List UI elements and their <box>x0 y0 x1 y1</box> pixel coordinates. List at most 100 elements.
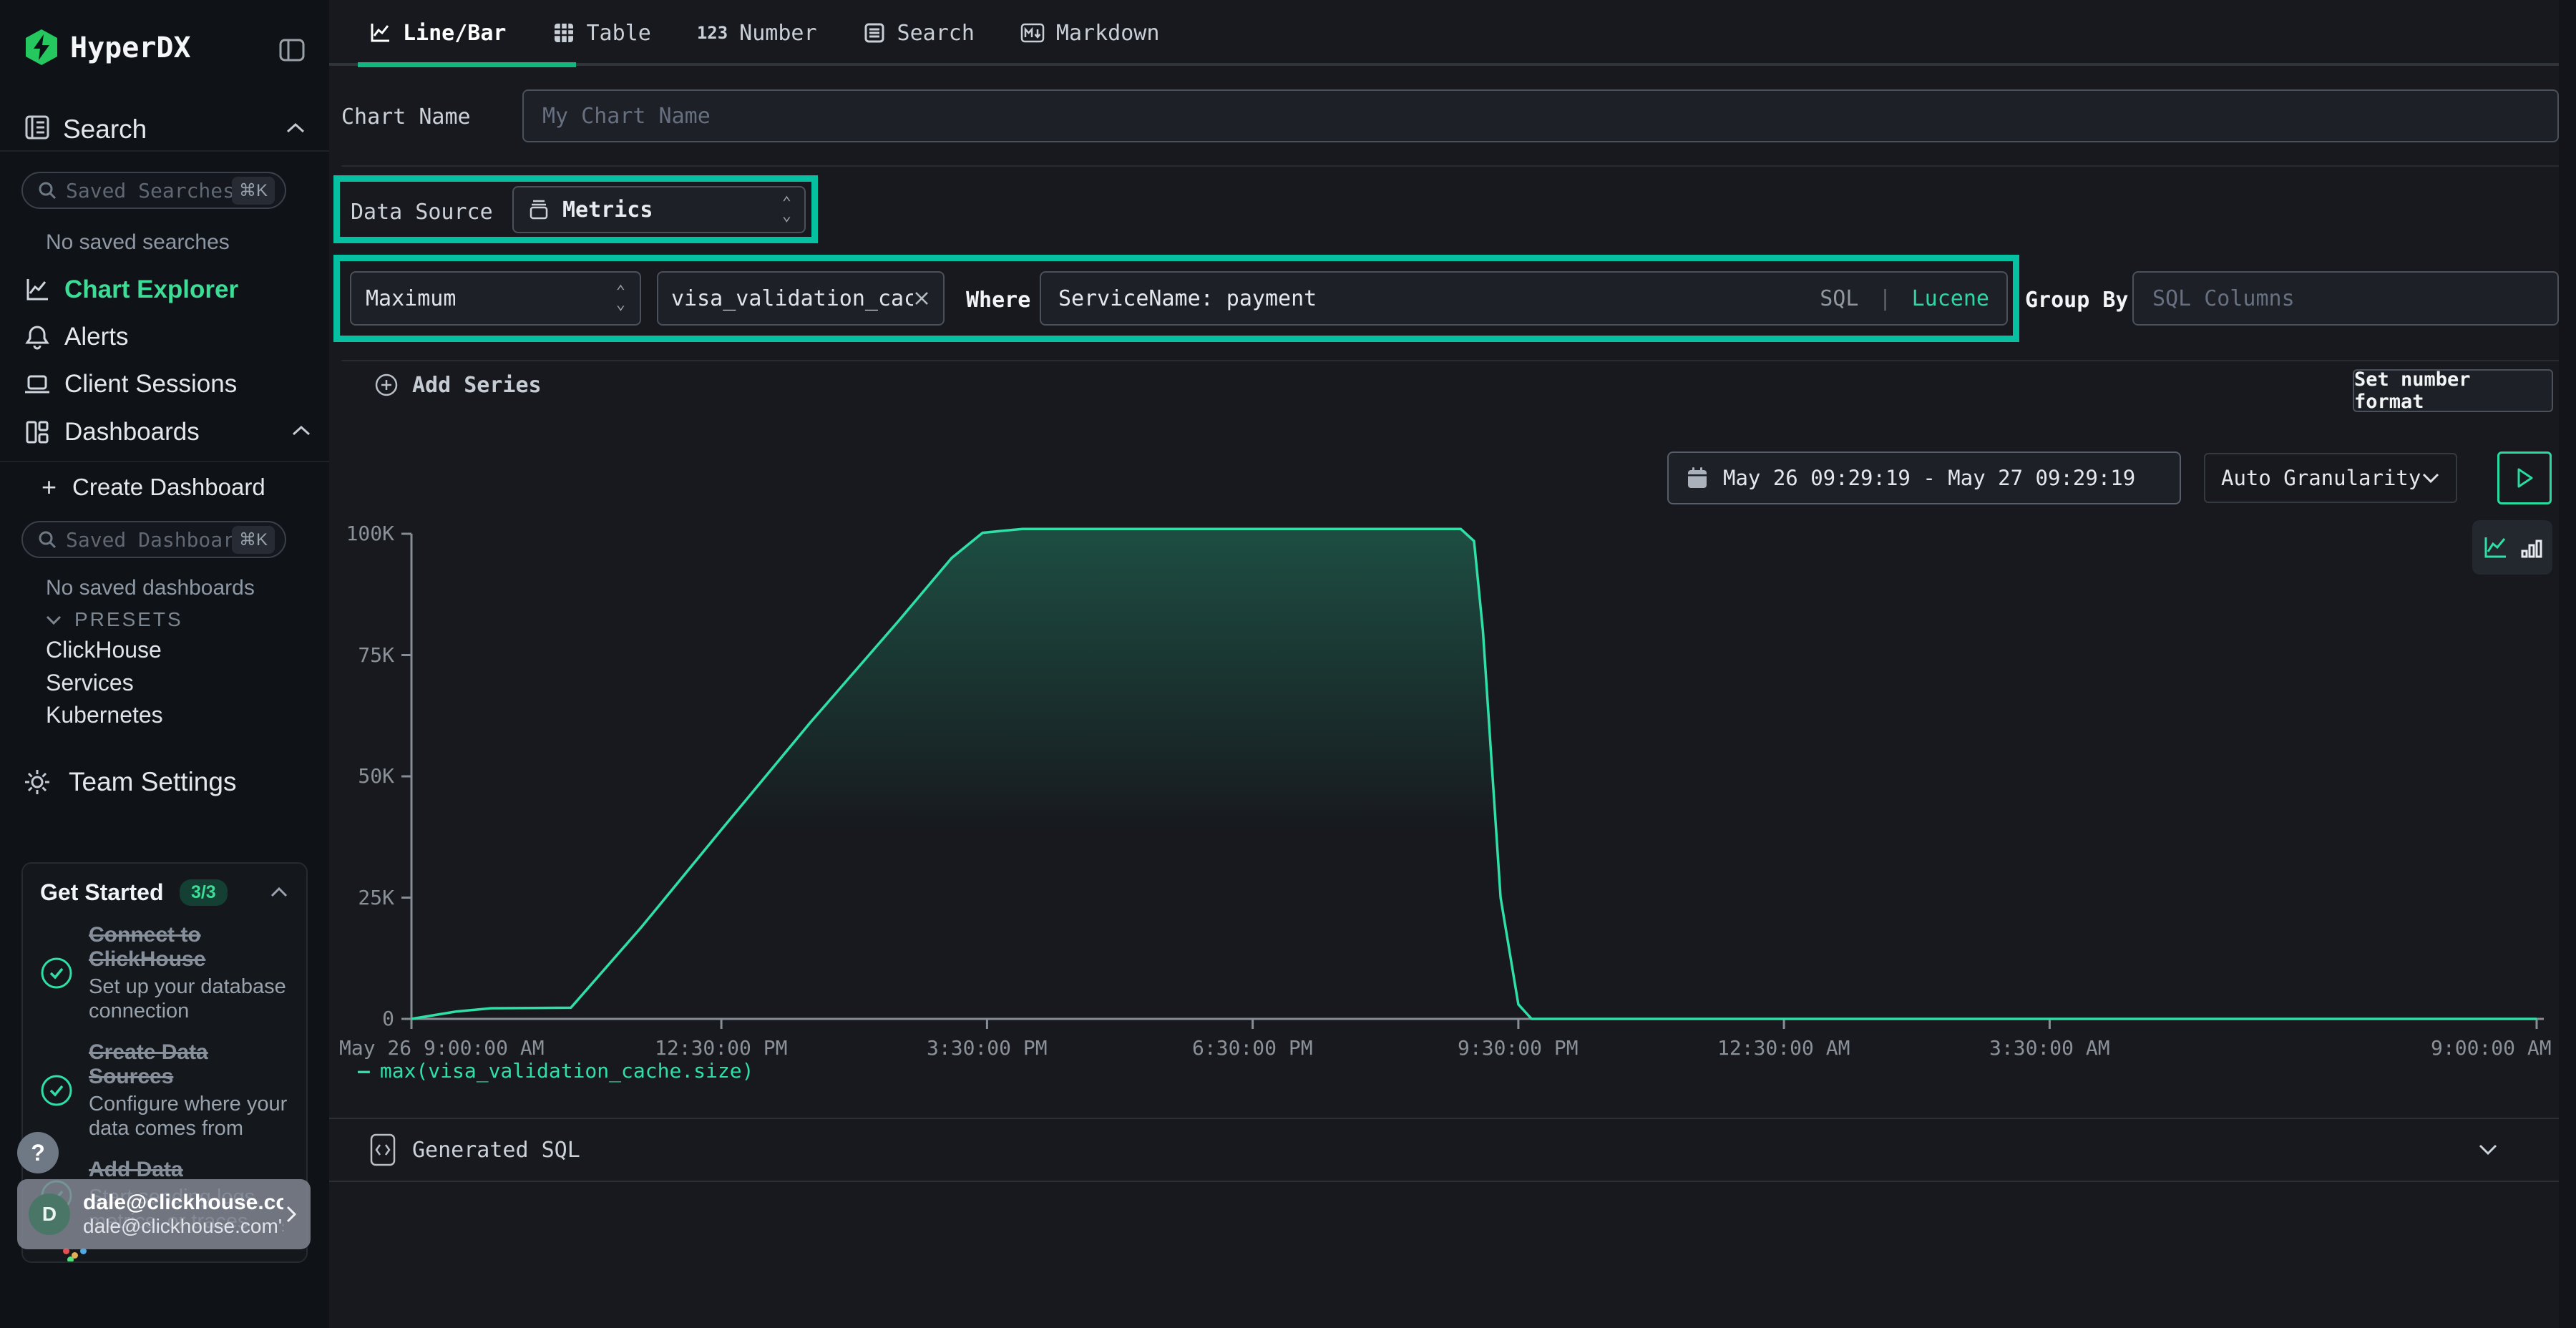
add-series-button[interactable]: Add Series <box>374 372 542 398</box>
collapse-sidebar-icon[interactable] <box>278 36 306 64</box>
get-started-item[interactable]: Create Data Sources Configure where your… <box>40 1040 289 1141</box>
saved-dashboards-input[interactable]: ⌘K <box>21 521 286 558</box>
lucene-mode-toggle[interactable]: Lucene <box>1912 286 1989 311</box>
number-123-icon: 123 <box>697 23 728 43</box>
play-icon <box>2514 467 2535 489</box>
team-settings-item[interactable]: Team Settings <box>23 767 236 797</box>
tab-search[interactable]: Search <box>863 21 975 46</box>
data-source-select[interactable]: Metrics ⌃⌄ <box>512 186 806 233</box>
saved-searches-shortcut: ⌘K <box>232 177 275 205</box>
get-started-item-title: Connect to ClickHouse <box>89 923 289 972</box>
x-axis-tick-label: 6:30:00 PM <box>1192 1036 1313 1060</box>
chart-name-field[interactable] <box>524 104 2557 129</box>
sidebar-item-label: Client Sessions <box>64 370 237 399</box>
where-label: Where <box>966 288 1030 313</box>
data-source-label: Data Source <box>351 200 493 225</box>
help-button[interactable]: ? <box>17 1132 59 1173</box>
search-section-label[interactable]: Search <box>63 114 147 145</box>
chart-name-label: Chart Name <box>341 104 471 130</box>
plus-circle-icon <box>374 372 399 398</box>
brand-title: HyperDX <box>70 31 191 64</box>
x-axis-tick-label: 3:30:00 PM <box>927 1036 1048 1060</box>
generated-sql-row[interactable]: Generated SQL <box>329 1118 2559 1182</box>
search-icon <box>37 180 57 200</box>
x-axis-tick-label: 12:30:00 PM <box>655 1036 787 1060</box>
search-section-icon <box>23 113 52 142</box>
tab-number[interactable]: 123 Number <box>697 21 817 46</box>
saved-searches-input[interactable]: ⌘K <box>21 172 286 209</box>
tab-line-bar[interactable]: Line/Bar <box>369 21 507 46</box>
team-settings-label: Team Settings <box>69 767 236 797</box>
tab-markdown[interactable]: Markdown <box>1020 21 1160 46</box>
get-started-item-title: Add Data <box>89 1158 289 1182</box>
main-content: Line/Bar Table 123 Number Search <box>329 0 2576 1328</box>
expand-sql-chevron-icon[interactable] <box>2477 1143 2499 1157</box>
search-icon <box>37 529 57 550</box>
metric-tag[interactable]: visa_validation_cach <box>657 271 945 326</box>
where-value: ServiceName: payment <box>1058 286 1317 311</box>
metrics-source-icon <box>527 197 551 222</box>
check-circle-icon <box>40 1074 73 1107</box>
x-axis-tick-label: May 26 9:00:00 AM <box>339 1036 545 1060</box>
create-dashboard-label: Create Dashboard <box>72 474 265 501</box>
sidebar-item-client-sessions[interactable]: Client Sessions <box>0 364 329 404</box>
chart-legend[interactable]: — max(visa_validation_cache.size) <box>358 1059 753 1083</box>
active-tab-indicator <box>358 62 576 67</box>
sql-mode-toggle[interactable]: SQL <box>1820 286 1858 311</box>
run-query-button[interactable] <box>2497 451 2552 504</box>
content-right-edge <box>2559 0 2576 1328</box>
group-by-field[interactable] <box>2134 286 2557 311</box>
remove-metric-icon[interactable] <box>913 290 930 307</box>
date-range-input[interactable]: May 26 09:29:19 - May 27 09:29:19 <box>1667 451 2181 504</box>
chart-name-input[interactable] <box>522 89 2559 142</box>
section-divider <box>341 165 2559 167</box>
code-icon <box>369 1133 396 1167</box>
sidebar-item-chart-explorer[interactable]: Chart Explorer <box>0 270 329 310</box>
get-started-item-desc: Set up your database connection <box>89 975 289 1023</box>
search-section-collapse-icon[interactable] <box>285 120 306 140</box>
presets-label: PRESETS <box>74 608 183 631</box>
sidebar-item-dashboards[interactable]: Dashboards <box>0 412 329 452</box>
tab-table[interactable]: Table <box>552 21 651 46</box>
sidebar-item-alerts[interactable]: Alerts <box>0 317 329 357</box>
tab-label: Line/Bar <box>403 21 507 46</box>
saved-searches-field[interactable] <box>66 179 232 202</box>
presets-group-header[interactable]: PRESETS <box>44 608 183 631</box>
timeseries-chart[interactable]: 025K50K75K100KMay 26 9:00:00 AM12:30:00 … <box>329 501 2559 1073</box>
user-menu[interactable]: D dale@clickhouse.com dale@clickhouse.co… <box>17 1179 311 1249</box>
sidebar: HyperDX Search ⌘K No saved searches Char… <box>0 0 329 1328</box>
create-dashboard-button[interactable]: + Create Dashboard <box>42 472 265 502</box>
aggregation-value: Maximum <box>366 286 456 311</box>
line-chart-icon <box>369 21 391 44</box>
preset-clickhouse[interactable]: ClickHouse <box>46 637 162 663</box>
chevron-down-icon <box>2421 472 2440 484</box>
preset-kubernetes[interactable]: Kubernetes <box>46 702 163 728</box>
preset-services[interactable]: Services <box>46 670 134 696</box>
avatar: D <box>29 1193 70 1235</box>
granularity-value: Auto Granularity <box>2221 466 2421 490</box>
saved-dashboards-field[interactable] <box>66 528 232 552</box>
select-updown-icon: ⌃⌄ <box>782 197 791 223</box>
granularity-select[interactable]: Auto Granularity <box>2204 453 2457 503</box>
set-number-format-button[interactable]: Set number format <box>2353 369 2553 412</box>
sidebar-item-label: Dashboards <box>64 418 200 446</box>
group-by-input[interactable] <box>2132 271 2559 326</box>
aggregation-select[interactable]: Maximum ⌃⌄ <box>350 271 641 326</box>
gear-icon <box>23 768 52 796</box>
mode-divider: | <box>1879 286 1892 311</box>
dashboards-icon <box>23 418 52 446</box>
get-started-badge: 3/3 <box>180 879 228 906</box>
section-divider <box>341 360 2559 361</box>
no-saved-searches-text: No saved searches <box>46 230 230 255</box>
where-input[interactable]: ServiceName: payment SQL | Lucene <box>1040 271 2008 326</box>
y-axis-tick-label: 100K <box>346 522 394 545</box>
legend-marker: — <box>358 1059 370 1083</box>
x-axis-tick-label: 9:00:00 AM <box>2431 1036 2552 1060</box>
x-axis-tick-label: 9:30:00 PM <box>1458 1036 1579 1060</box>
chevron-down-icon <box>44 612 63 627</box>
get-started-item[interactable]: Connect to ClickHouse Set up your databa… <box>40 923 289 1023</box>
y-axis-tick-label: 75K <box>358 643 394 667</box>
dashboards-collapse-icon[interactable] <box>291 423 312 442</box>
bell-icon <box>23 323 52 351</box>
get-started-collapse-icon[interactable] <box>269 885 289 903</box>
